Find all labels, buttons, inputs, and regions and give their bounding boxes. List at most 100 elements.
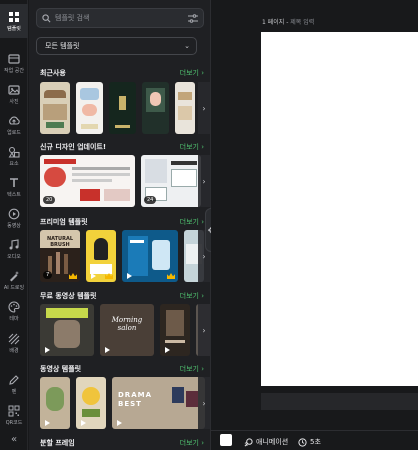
template-thumbnail[interactable]: 20 — [40, 155, 135, 207]
page-number: 1 페이지 - — [262, 19, 289, 26]
rail-label: 동영상 — [7, 222, 21, 229]
template-filter-dropdown[interactable]: 모든 템플릿 ⌄ — [36, 37, 197, 55]
rail-label: 요소 — [9, 160, 19, 167]
photo-icon — [8, 84, 20, 95]
premium-crown-icon — [167, 273, 175, 279]
template-thumbnail[interactable] — [122, 230, 178, 282]
play-icon — [44, 347, 50, 353]
page-count-badge: 20 — [43, 196, 56, 204]
rail-label: 텍스트 — [7, 191, 21, 198]
rail-item-video[interactable]: 동영상 — [0, 201, 28, 235]
search-bar — [36, 8, 204, 28]
rail-item-template[interactable]: 템플릿 — [0, 4, 28, 38]
template-thumbnail[interactable] — [40, 304, 94, 356]
video-icon — [8, 208, 20, 219]
template-thumbnail[interactable] — [40, 82, 70, 134]
workspace-icon — [8, 53, 20, 64]
free-video-next-button[interactable]: › — [198, 304, 210, 356]
chevron-down-icon: ⌄ — [184, 42, 190, 50]
section-title-free-video: 무료 동영상 템플릿 — [40, 292, 97, 300]
rail-item-ai-drawing[interactable]: AI 드로잉 — [0, 263, 28, 297]
recent-next-button[interactable]: › — [198, 82, 210, 134]
rail-item-text[interactable]: 텍스트 — [0, 170, 28, 204]
video-next-button[interactable]: › — [198, 377, 210, 429]
page-title-input[interactable]: 제목 입력 — [290, 19, 314, 26]
thumbnail-title: DRAMA BEST — [118, 391, 153, 408]
template-thumbnail[interactable] — [86, 230, 116, 282]
elements-icon — [8, 146, 20, 158]
design-page[interactable] — [261, 32, 418, 386]
qr-icon — [8, 405, 20, 416]
search-input[interactable] — [55, 14, 183, 22]
pen-icon — [9, 374, 19, 385]
template-thumbnail[interactable] — [142, 82, 169, 134]
template-thumbnail[interactable]: 24 — [141, 155, 201, 207]
see-all-video-link[interactable]: 더보기 › — [180, 364, 204, 374]
recent-templates-row — [40, 82, 195, 134]
template-thumbnail[interactable] — [40, 377, 70, 429]
rail-item-theme[interactable]: 테마 — [0, 294, 28, 328]
rail-item-audio[interactable]: 오디오 — [0, 232, 28, 266]
add-page-bar[interactable] — [261, 393, 418, 410]
page-label: 1 페이지 - 제목 입력 — [262, 17, 314, 26]
page-count-badge: 24 — [144, 196, 157, 204]
filter-settings-icon[interactable] — [183, 13, 203, 23]
double-chevron-left-icon: « — [10, 433, 18, 445]
rail-label: 템플릿 — [7, 25, 21, 32]
template-thumbnail[interactable] — [76, 82, 103, 134]
see-all-premium-link[interactable]: 더보기 › — [180, 217, 204, 227]
section-title-recent: 최근사용 — [40, 69, 66, 77]
template-thumbnail[interactable] — [175, 82, 195, 134]
rail-label: 배경 — [9, 347, 19, 354]
rail-label: AI 드로잉 — [3, 284, 25, 291]
rail-item-photo[interactable]: 사진 — [0, 77, 28, 111]
template-thumbnail[interactable]: DRAMA BEST — [112, 377, 205, 429]
rail-item-background[interactable]: 배경 — [0, 326, 28, 360]
editor-app: 템플릿 작업 공간 사진 업로드 요소 텍스트 동영상 오디오 AI 드로잉 테… — [0, 0, 418, 450]
rail-label: QR코드 — [5, 419, 23, 426]
play-icon — [44, 420, 50, 426]
play-icon — [80, 420, 86, 426]
template-thumbnail[interactable]: Morning salon — [100, 304, 154, 356]
rail-item-elements[interactable]: 요소 — [0, 139, 28, 173]
see-all-free-video-link[interactable]: 더보기 › — [180, 291, 204, 301]
template-thumbnail[interactable] — [76, 377, 106, 429]
chevron-right-icon: › — [202, 251, 206, 261]
new-designs-next-button[interactable]: › — [198, 155, 210, 207]
see-all-split-frame-link[interactable]: 더보기 › — [180, 438, 204, 448]
section-title-new-designs: 신규 디자인 업데이트! — [40, 143, 107, 151]
template-thumbnail[interactable] — [160, 304, 190, 356]
page-color-swatch[interactable] — [220, 434, 232, 446]
chevron-right-icon: › — [202, 325, 206, 335]
see-all-new-designs-link[interactable]: 더보기 › — [180, 142, 204, 152]
see-all-recent-link[interactable]: 더보기 › — [180, 68, 204, 78]
rail-item-pen[interactable]: 펜 — [0, 367, 28, 401]
rail-item-workspace[interactable]: 작업 공간 — [0, 46, 28, 80]
section-title-split-frame: 분할 프레임 — [40, 439, 75, 447]
duration-button[interactable]: 5초 — [298, 437, 321, 447]
template-thumbnail[interactable]: NATURAL BRUSH 7 — [40, 230, 80, 282]
rail-label: 사진 — [9, 98, 19, 105]
thumbnail-title: Morning salon — [111, 316, 143, 332]
play-icon — [126, 273, 132, 279]
animation-label: 애니메이션 — [256, 438, 289, 446]
timer-icon — [298, 437, 307, 447]
section-title-video: 동영상 템플릿 — [40, 365, 82, 373]
premium-row: NATURAL BRUSH 7 — [40, 230, 204, 282]
section-title-premium: 프리미엄 템플릿 — [40, 218, 88, 226]
left-rail: 템플릿 작업 공간 사진 업로드 요소 텍스트 동영상 오디오 AI 드로잉 테… — [0, 0, 28, 450]
new-designs-row: 20 24 — [40, 155, 201, 207]
rail-label: 펜 — [11, 388, 17, 395]
template-panel: 모든 템플릿 ⌄ 최근사용 더보기 › — [29, 0, 210, 450]
template-thumbnail[interactable] — [109, 82, 136, 134]
collapse-rail-button[interactable]: « — [0, 428, 28, 450]
template-icon — [9, 11, 19, 22]
theme-icon — [8, 300, 20, 313]
duration-label: 5초 — [310, 438, 321, 446]
rail-item-upload[interactable]: 업로드 — [0, 108, 28, 142]
animation-icon — [244, 437, 253, 446]
dropdown-value: 모든 템플릿 — [45, 42, 80, 50]
rail-item-qr[interactable]: QR코드 — [0, 398, 28, 432]
text-icon — [10, 177, 18, 187]
animation-button[interactable]: 애니메이션 — [244, 437, 288, 447]
